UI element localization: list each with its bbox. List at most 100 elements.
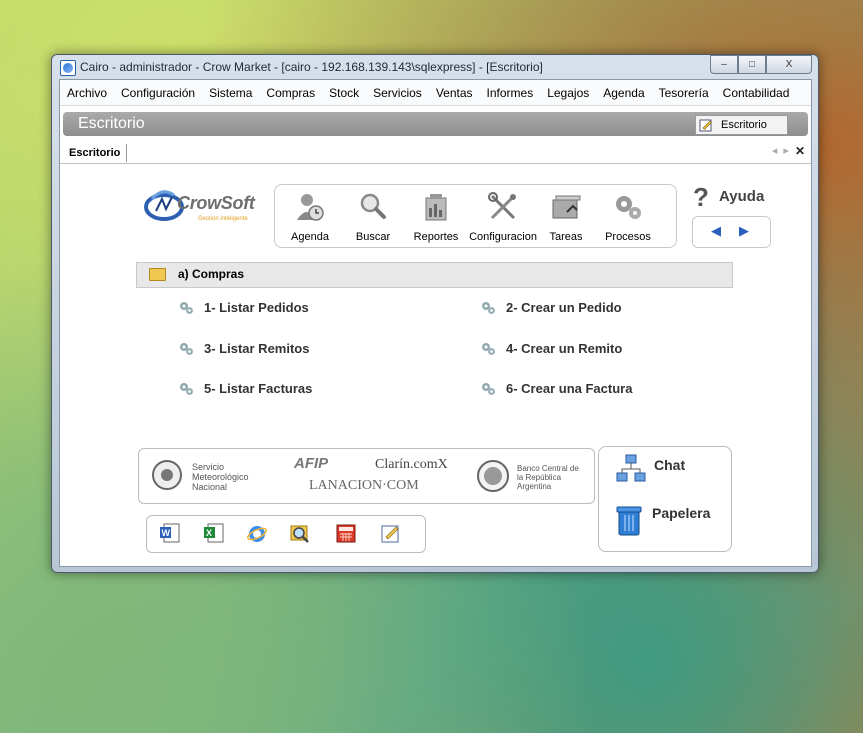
gear-icon (180, 342, 194, 356)
toolbar-reportes-label: Reportes (413, 231, 459, 243)
lanacion-logo[interactable]: LANACION·COM (309, 478, 419, 494)
section-title: a) Compras (178, 267, 245, 281)
tab-scroll-left-icon[interactable]: ◂ (772, 144, 778, 158)
toolbar-procesos[interactable]: Procesos (595, 190, 661, 243)
close-icon: X (785, 59, 793, 70)
app-shortcuts: W X (146, 515, 426, 553)
word-icon[interactable]: W (159, 522, 181, 544)
tab-escritorio[interactable]: Escritorio (63, 144, 128, 162)
internet-explorer-icon[interactable] (246, 522, 268, 544)
network-chat-icon[interactable] (615, 453, 647, 485)
gear-icon (482, 301, 496, 315)
notepad-icon[interactable] (380, 522, 402, 544)
link-label: 5- Listar Facturas (204, 381, 313, 396)
magnifier-icon (360, 193, 386, 219)
menu-compras[interactable]: Compras (259, 86, 322, 100)
menu-sistema[interactable]: Sistema (202, 86, 259, 100)
question-icon: ? (693, 182, 709, 212)
trash-icon[interactable] (615, 503, 643, 537)
toolbar-buscar-label: Buscar (355, 231, 391, 243)
gear-icon (482, 382, 496, 396)
maximize-button[interactable]: □ (738, 55, 766, 74)
close-button[interactable]: X (766, 55, 812, 74)
logo-tagline: Gestion inteligente (198, 216, 248, 222)
main-window: Cairo - administrador - Crow Market - [c… (51, 54, 819, 573)
folder-icon (149, 268, 166, 281)
edit-note-icon (699, 119, 712, 132)
clarin-logo[interactable]: Clarín.comX (375, 457, 448, 473)
escritorio-button-label: Escritorio (721, 119, 767, 131)
escritorio-button[interactable]: Escritorio (695, 115, 788, 135)
tools-icon (488, 192, 516, 220)
client-area: Archivo Configuración Sistema Compras St… (59, 79, 812, 567)
menu-informes[interactable]: Informes (480, 86, 541, 100)
chat-label[interactable]: Chat (654, 457, 685, 473)
agenda-clock-icon (297, 194, 324, 221)
link-listar-pedidos[interactable]: 1- Listar Pedidos (180, 300, 309, 315)
logo-name: CrowSoft (177, 193, 255, 213)
search-file-icon[interactable] (289, 522, 311, 544)
reports-icon (425, 194, 447, 221)
nav-forward-icon[interactable]: ▶ (739, 223, 749, 239)
link-listar-remitos[interactable]: 3- Listar Remitos (180, 341, 309, 356)
menu-ventas[interactable]: Ventas (429, 86, 480, 100)
navigation-buttons: ◀ ▶ (692, 216, 771, 248)
menu-stock[interactable]: Stock (322, 86, 366, 100)
trash-label[interactable]: Papelera (652, 505, 710, 521)
help-label: Ayuda (719, 188, 765, 205)
menu-configuracion[interactable]: Configuración (114, 86, 202, 100)
minimize-button[interactable]: – (710, 55, 738, 74)
link-listar-facturas[interactable]: 5- Listar Facturas (180, 381, 312, 396)
smn-logo-icon[interactable] (151, 459, 183, 491)
sponsor-links: Servicio Meteorológico Nacional AFIP Cla… (138, 448, 595, 504)
gears-icon (616, 196, 641, 219)
link-crear-pedido[interactable]: 2- Crear un Pedido (482, 300, 622, 315)
app-icon[interactable] (60, 60, 76, 76)
panel-header: Escritorio Escritorio (63, 112, 808, 136)
nav-back-icon[interactable]: ◀ (711, 223, 721, 239)
smn-text[interactable]: Servicio Meteorológico Nacional (192, 462, 249, 492)
tab-close-icon[interactable]: ✕ (795, 144, 805, 158)
toolbar-procesos-label: Procesos (605, 231, 651, 243)
menu-agenda[interactable]: Agenda (596, 86, 651, 100)
link-label: 3- Listar Remitos (204, 341, 310, 356)
link-label: 1- Listar Pedidos (204, 300, 309, 315)
bcra-text[interactable]: Banco Central de la República Argentina (517, 464, 579, 491)
title-bar[interactable]: Cairo - administrador - Crow Market - [c… (52, 55, 818, 79)
link-label: 4- Crear un Remito (506, 341, 623, 356)
section-header: a) Compras (136, 262, 733, 288)
afip-logo[interactable]: AFIP (294, 455, 328, 472)
menu-bar: Archivo Configuración Sistema Compras St… (60, 80, 811, 106)
menu-tesoreria[interactable]: Tesorería (652, 86, 716, 100)
menu-contabilidad[interactable]: Contabilidad (716, 86, 797, 100)
toolbar-tareas[interactable]: Tareas (533, 190, 599, 243)
svg-text:W: W (162, 528, 171, 538)
tab-scroll-right-icon[interactable]: ▸ (783, 144, 789, 158)
toolbar-configuracion-label: Configuracion (469, 231, 537, 243)
menu-archivo[interactable]: Archivo (60, 86, 114, 100)
link-crear-factura[interactable]: 6- Crear una Factura (482, 381, 632, 396)
side-actions: Chat Papelera (598, 446, 732, 552)
tab-strip: Escritorio ◂ ▸ ✕ (60, 142, 811, 164)
quick-toolbar: Agenda Buscar Reportes Configuracion Tar… (274, 184, 677, 248)
toolbar-reportes[interactable]: Reportes (403, 190, 469, 243)
excel-icon[interactable]: X (203, 522, 225, 544)
svg-text:X: X (206, 528, 212, 538)
crowsoft-logo: CrowSoft Gestion inteligente (144, 183, 274, 231)
toolbar-buscar[interactable]: Buscar (340, 190, 406, 243)
panel-title: Escritorio (78, 115, 145, 132)
gear-icon (180, 382, 194, 396)
toolbar-agenda[interactable]: Agenda (277, 190, 343, 243)
toolbar-configuracion[interactable]: Configuracion (466, 190, 540, 243)
help-button[interactable]: ? Ayuda (693, 182, 773, 212)
menu-servicios[interactable]: Servicios (366, 86, 429, 100)
toolbar-tareas-label: Tareas (549, 231, 583, 243)
tasks-icon (552, 195, 581, 219)
menu-legajos[interactable]: Legajos (540, 86, 596, 100)
calculator-icon[interactable] (335, 522, 357, 544)
window-title: Cairo - administrador - Crow Market - [c… (80, 60, 543, 74)
link-crear-remito[interactable]: 4- Crear un Remito (482, 341, 622, 356)
bcra-logo-icon[interactable] (476, 459, 510, 493)
gear-icon (180, 301, 194, 315)
toolbar-agenda-label: Agenda (291, 231, 329, 243)
